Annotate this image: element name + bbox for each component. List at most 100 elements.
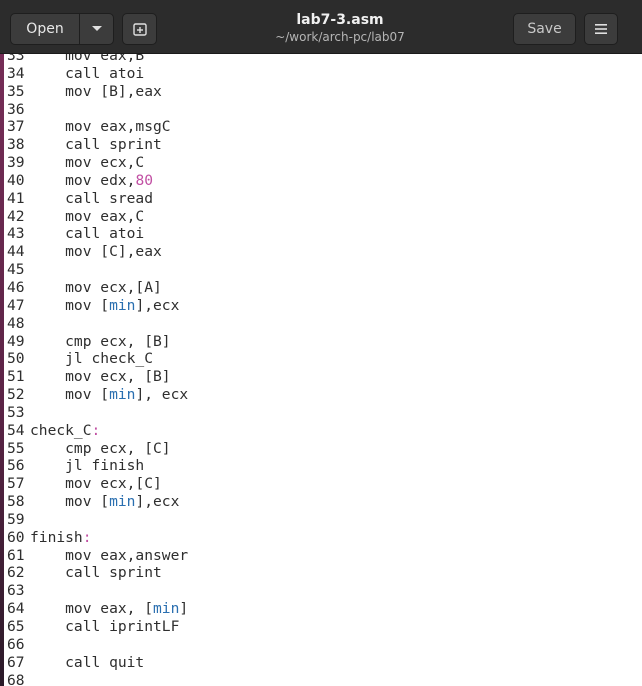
chevron-down-icon: [91, 26, 102, 31]
line-number: 59: [7, 510, 25, 528]
code-line: 46 mov ecx,[A]: [7, 279, 188, 297]
line-number: 58: [7, 493, 25, 511]
code-line: 58 mov [min],ecx: [7, 493, 188, 511]
code-token: min: [109, 493, 136, 511]
new-tab-button[interactable]: [122, 13, 157, 45]
code-token: check_C: [30, 421, 92, 439]
code-token: mov eax,answer: [30, 546, 189, 564]
code-token: call sread: [30, 189, 154, 207]
main-menu-button[interactable]: [584, 13, 618, 45]
line-number: 45: [7, 261, 25, 279]
code-token: call atoi: [30, 64, 145, 82]
code-token: call iprintLF: [30, 618, 180, 635]
code-line: 54 check_C:: [7, 422, 188, 440]
header-bar: Open lab7-3.asm ~/work/arch-pc/lab07 Sav…: [0, 0, 642, 54]
line-number: 60: [7, 528, 25, 546]
line-number: 68: [7, 671, 25, 686]
code-line: 49 cmp ecx, [B]: [7, 333, 188, 351]
code-line: 60 finish:: [7, 529, 188, 547]
line-number: 43: [7, 225, 25, 243]
code-line: 40 mov edx,80: [7, 172, 188, 190]
code-token: cmp ecx, [B]: [30, 332, 171, 350]
code-token: jl finish: [30, 457, 145, 475]
code-token: mov [: [30, 386, 110, 404]
line-number: 41: [7, 189, 25, 207]
code-line: 59: [7, 511, 188, 529]
code-token: call sprint: [30, 564, 162, 582]
code-line: 33 mov eax,B: [7, 54, 188, 65]
line-number: 47: [7, 296, 25, 314]
code-token: 80: [135, 171, 154, 189]
code-line: 47 mov [min],ecx: [7, 297, 188, 315]
save-button[interactable]: Save: [513, 13, 576, 45]
line-number: 33: [7, 54, 25, 64]
line-number: 44: [7, 243, 25, 261]
code-token: min: [109, 296, 136, 314]
open-button[interactable]: Open: [10, 13, 80, 45]
line-number: 42: [7, 207, 25, 225]
line-number: 52: [7, 386, 25, 404]
line-number: 37: [7, 118, 25, 136]
code-token: call quit: [30, 653, 145, 671]
code-token: mov [B],eax: [30, 82, 162, 100]
open-menu-button[interactable]: [79, 13, 114, 45]
line-number: 63: [7, 582, 25, 600]
code-token: mov [: [30, 296, 110, 314]
code-token: mov ecx,C: [30, 154, 145, 172]
code-line: 67 call quit: [7, 654, 188, 672]
line-number: 66: [7, 635, 25, 653]
code-token: mov eax,C: [30, 207, 145, 225]
code-line: 55 cmp ecx, [C]: [7, 440, 188, 458]
code-editor[interactable]: 33 mov eax,B 34 call atoi 35 mov [B],eax 36…: [4, 54, 642, 686]
line-number: 53: [7, 403, 25, 421]
code-line: 48: [7, 315, 188, 333]
code-token: :: [91, 421, 101, 439]
code-line: 53: [7, 404, 188, 422]
code-token: :: [82, 528, 92, 546]
code-token: min: [109, 386, 136, 404]
document-title: lab7-3.asm: [296, 12, 384, 28]
line-number: 38: [7, 136, 25, 154]
line-number: 49: [7, 332, 25, 350]
line-number: 48: [7, 314, 25, 332]
code-token: ],ecx: [135, 493, 180, 511]
hamburger-menu-icon: [595, 24, 607, 34]
code-line: 68: [7, 672, 188, 686]
window-title-area: lab7-3.asm ~/work/arch-pc/lab07: [250, 11, 430, 45]
code-token: ], ecx: [135, 386, 189, 404]
new-tab-icon: [132, 23, 147, 36]
code-token: mov eax,B: [30, 54, 145, 64]
code-lines: 33 mov eax,B 34 call atoi 35 mov [B],eax 36…: [7, 54, 188, 686]
text-editor-window: Open lab7-3.asm ~/work/arch-pc/lab07 Sav…: [0, 0, 642, 686]
code-token: min: [153, 600, 180, 618]
code-token: mov eax, [: [30, 600, 154, 618]
code-line: 63: [7, 582, 188, 600]
line-number: 39: [7, 154, 25, 172]
code-line: 52 mov [min], ecx: [7, 386, 188, 404]
line-number: 36: [7, 100, 25, 118]
line-number: 35: [7, 82, 25, 100]
code-line: 66: [7, 636, 188, 654]
line-number: 54: [7, 421, 25, 439]
code-token: mov ecx,[C]: [30, 475, 162, 493]
code-line: 56 jl finish: [7, 457, 188, 475]
code-token: finish: [30, 528, 83, 546]
line-number: 67: [7, 653, 25, 671]
line-number: 56: [7, 457, 25, 475]
code-line: 41 call sread: [7, 190, 188, 208]
open-button-label: Open: [26, 21, 64, 37]
code-line: 42 mov eax,C: [7, 208, 188, 226]
code-line: 45: [7, 261, 188, 279]
line-number: 34: [7, 64, 25, 82]
code-line: 39 mov ecx,C: [7, 154, 188, 172]
code-line: 57 mov ecx,[C]: [7, 475, 188, 493]
code-line: 34 call atoi: [7, 65, 188, 83]
save-button-label: Save: [527, 21, 562, 37]
code-line: 64 mov eax, [min]: [7, 600, 188, 618]
code-line: 35 mov [B],eax: [7, 83, 188, 101]
document-path: ~/work/arch-pc/lab07: [275, 30, 405, 44]
code-line: 62 call sprint: [7, 564, 188, 582]
code-line: 36: [7, 101, 188, 119]
code-line: 61 mov eax,answer: [7, 547, 188, 565]
code-token: jl check_C: [30, 350, 154, 368]
